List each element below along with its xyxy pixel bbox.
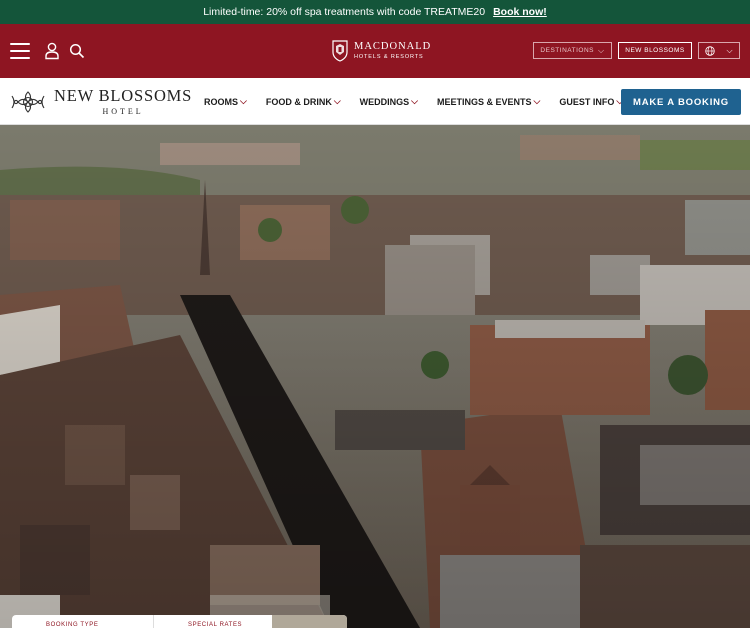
booking-type-field[interactable]: BOOKING TYPE: [12, 615, 154, 628]
chevron-down-icon: ⌵: [333, 96, 341, 106]
booking-widget: BOOKING TYPE SPECIAL RATES: [12, 615, 347, 628]
promo-book-now-link[interactable]: Book now!: [493, 6, 547, 18]
chevron-down-icon: ⌵: [533, 96, 541, 106]
shield-icon: [332, 40, 348, 62]
brand-name: MACDONALD: [354, 41, 432, 52]
nav-item-food-drink[interactable]: FOOD & DRINK ⌵: [266, 96, 341, 107]
make-booking-button[interactable]: MAKE A BOOKING: [621, 89, 741, 115]
globe-icon: [705, 45, 715, 56]
hotel-logo[interactable]: NEW BLOSSOMS HOTEL: [10, 86, 193, 116]
nav-item-label: MEETINGS & EVENTS: [437, 96, 532, 107]
nav-item-meetings-events[interactable]: MEETINGS & EVENTS ⌵: [437, 96, 540, 107]
aerial-city-illustration: [0, 125, 750, 628]
destinations-dropdown[interactable]: Destinations ⌵: [533, 42, 612, 59]
hotel-button[interactable]: New Blossoms: [618, 42, 692, 59]
chevron-down-icon: ⌵: [597, 45, 605, 55]
nav-item-label: GUEST INFO: [559, 96, 615, 107]
nav-item-label: WEDDINGS: [359, 96, 410, 107]
hotel-crest-icon: [11, 90, 45, 113]
search-icon[interactable]: [69, 43, 85, 59]
nav-item-rooms[interactable]: ROOMS ⌵: [204, 96, 247, 107]
nav-item-weddings[interactable]: WEDDINGS ⌵: [360, 96, 418, 107]
special-rates-field[interactable]: SPECIAL RATES: [154, 615, 272, 628]
hotel-button-label: New Blossoms: [625, 47, 685, 54]
hamburger-icon[interactable]: [10, 43, 30, 59]
user-icon[interactable]: [44, 42, 60, 60]
language-selector[interactable]: ⌵: [698, 42, 740, 59]
hotel-navigation: NEW BLOSSOMS HOTEL ROOMS ⌵ FOOD & DRINK ⌵ …: [0, 78, 750, 125]
promo-banner: Limited-time: 20% off spa treatments wit…: [0, 0, 750, 24]
nav-item-guest-info[interactable]: GUEST INFO ⌵: [559, 96, 623, 107]
special-rates-label: SPECIAL RATES: [188, 622, 243, 628]
nav-item-label: FOOD & DRINK: [265, 96, 332, 107]
booking-search-button[interactable]: [272, 615, 347, 628]
main-menu: ROOMS ⌵ FOOD & DRINK ⌵ WEDDINGS ⌵ MEETINGS …: [204, 96, 642, 107]
nav-item-label: ROOMS: [204, 96, 239, 107]
hero-aerial-image: [0, 125, 750, 628]
promo-text: Limited-time: 20% off spa treatments wit…: [203, 6, 486, 18]
chevron-down-icon: ⌵: [726, 45, 734, 55]
macdonald-logo[interactable]: MACDONALD HOTELS & RESORTS: [332, 37, 431, 65]
booking-type-label: BOOKING TYPE: [46, 622, 99, 628]
brand-tagline: HOTELS & RESORTS: [354, 53, 424, 60]
hotel-name: NEW BLOSSOMS: [54, 86, 193, 105]
brand-header: MACDONALD HOTELS & RESORTS Destinations …: [0, 24, 750, 78]
hotel-sub: HOTEL: [102, 106, 144, 116]
chevron-down-icon: ⌵: [240, 96, 247, 106]
destinations-label: Destinations: [540, 47, 594, 54]
chevron-down-icon: ⌵: [411, 96, 418, 106]
